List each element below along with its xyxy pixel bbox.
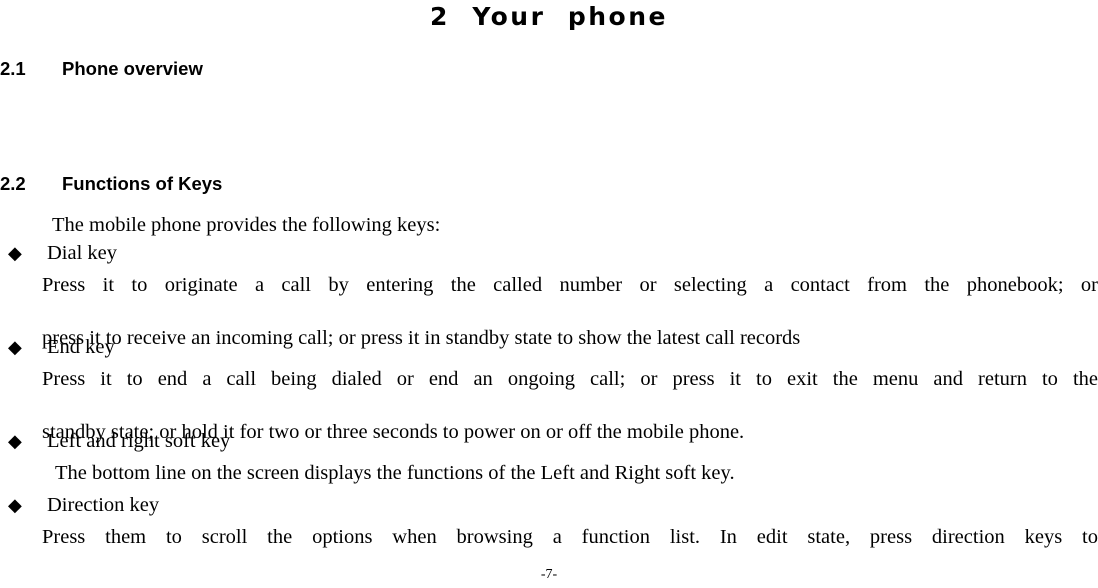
footer-page-number: -7- xyxy=(540,567,558,582)
document-page: 2 Your phone 2.1 Phone overview 2.2 Functi… xyxy=(0,0,1098,588)
chapter-title: 2 Your phone xyxy=(430,2,668,31)
list-item-end-key: ◆ End key xyxy=(8,334,1098,360)
list-item-label-dial-key: Dial key xyxy=(47,242,118,264)
functions-intro-text: The mobile phone provides the following … xyxy=(52,214,441,236)
list-item-dial-key: ◆ Dial key xyxy=(8,240,1098,266)
list-item-label-soft-key: Left and right soft key xyxy=(47,430,231,452)
list-item-label-end-key: End key xyxy=(47,336,115,358)
paragraph-dial-key-line-1: Press it to originate a call by entering… xyxy=(42,274,1098,296)
list-item-soft-key: ◆ Left and right soft key xyxy=(8,428,1098,454)
diamond-bullet-icon: ◆ xyxy=(8,243,22,263)
diamond-bullet-icon: ◆ xyxy=(8,431,22,451)
list-item-direction-key: ◆ Direction key xyxy=(8,492,1098,518)
section-title-2-2: Functions of Keys xyxy=(62,173,223,194)
paragraph-end-key-line-1: Press it to end a call being dialed or e… xyxy=(42,368,1098,390)
section-heading-phone-overview: 2.1 Phone overview xyxy=(0,58,203,80)
section-number-2-1: 2.1 xyxy=(0,58,26,79)
diamond-bullet-icon: ◆ xyxy=(8,337,22,357)
section-number-2-2: 2.2 xyxy=(0,173,26,194)
list-item-label-direction-key: Direction key xyxy=(47,494,160,516)
section-heading-functions-of-keys: 2.2 Functions of Keys xyxy=(0,173,222,195)
diamond-bullet-icon: ◆ xyxy=(8,495,22,515)
section-title-2-1: Phone overview xyxy=(62,58,203,79)
paragraph-soft-key: The bottom line on the screen displays t… xyxy=(55,462,735,484)
